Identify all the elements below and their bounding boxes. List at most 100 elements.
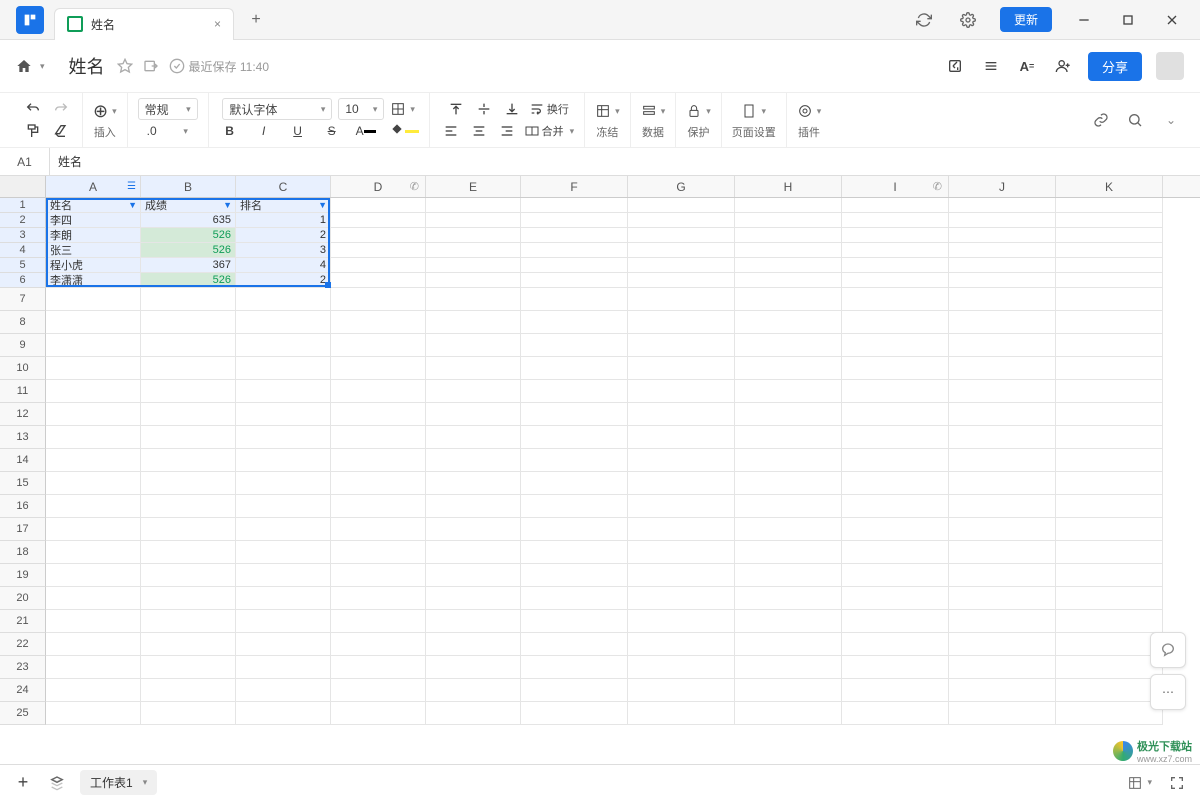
- cell[interactable]: [426, 656, 521, 679]
- cell[interactable]: [46, 564, 141, 587]
- cell[interactable]: [331, 449, 426, 472]
- cell[interactable]: [426, 334, 521, 357]
- cell[interactable]: [331, 541, 426, 564]
- cell[interactable]: [426, 403, 521, 426]
- feedback-icon[interactable]: [1150, 632, 1186, 668]
- cell[interactable]: [842, 564, 949, 587]
- cell[interactable]: [46, 380, 141, 403]
- row-header[interactable]: 20: [0, 587, 46, 610]
- add-sheet-button[interactable]: +: [12, 772, 34, 794]
- cell[interactable]: [331, 564, 426, 587]
- align-left-button[interactable]: [440, 120, 462, 142]
- cell[interactable]: [426, 426, 521, 449]
- cell[interactable]: [46, 656, 141, 679]
- row-header[interactable]: 11: [0, 380, 46, 403]
- column-menu-icon[interactable]: ☰: [127, 181, 136, 192]
- cell[interactable]: [842, 311, 949, 334]
- cell[interactable]: [331, 702, 426, 725]
- cell[interactable]: [735, 380, 842, 403]
- cell[interactable]: [628, 472, 735, 495]
- sync-icon[interactable]: [904, 4, 944, 36]
- cell[interactable]: [46, 541, 141, 564]
- cell[interactable]: 4: [236, 258, 331, 273]
- cell[interactable]: [842, 679, 949, 702]
- decimal-button[interactable]: .0: [141, 120, 163, 142]
- cell[interactable]: [949, 198, 1056, 213]
- cell[interactable]: [521, 518, 628, 541]
- row-header[interactable]: 4: [0, 243, 46, 258]
- cell[interactable]: [426, 288, 521, 311]
- cell[interactable]: [949, 273, 1056, 288]
- cell[interactable]: [949, 380, 1056, 403]
- cell[interactable]: [331, 288, 426, 311]
- row-header[interactable]: 24: [0, 679, 46, 702]
- document-tab[interactable]: 姓名 ×: [54, 8, 234, 40]
- cell[interactable]: [949, 587, 1056, 610]
- home-button[interactable]: ▾: [16, 58, 45, 74]
- cell[interactable]: [949, 243, 1056, 258]
- sheets-list-icon[interactable]: [46, 772, 68, 794]
- cell[interactable]: [949, 518, 1056, 541]
- cell[interactable]: [1056, 243, 1163, 258]
- cell[interactable]: [735, 426, 842, 449]
- cell[interactable]: [949, 495, 1056, 518]
- spreadsheet-grid[interactable]: A☰BCD✆EFGHI✆JK 1姓名▼成绩▼排名▼2李四63513李朗52624…: [0, 176, 1200, 764]
- cell[interactable]: [949, 656, 1056, 679]
- cell[interactable]: [735, 633, 842, 656]
- cell[interactable]: [236, 495, 331, 518]
- row-header[interactable]: 1: [0, 198, 46, 213]
- close-window-button[interactable]: [1152, 4, 1192, 36]
- row-header[interactable]: 12: [0, 403, 46, 426]
- cell[interactable]: [521, 258, 628, 273]
- cell[interactable]: [735, 311, 842, 334]
- valign-bottom-button[interactable]: [501, 98, 523, 120]
- column-header-D[interactable]: D✆: [331, 176, 426, 197]
- cell[interactable]: [46, 334, 141, 357]
- cell[interactable]: 526: [141, 228, 236, 243]
- cell[interactable]: [236, 334, 331, 357]
- cell[interactable]: [521, 198, 628, 213]
- cell[interactable]: [521, 228, 628, 243]
- cell[interactable]: [735, 258, 842, 273]
- cell[interactable]: [236, 587, 331, 610]
- cell[interactable]: [1056, 258, 1163, 273]
- cell[interactable]: [331, 610, 426, 633]
- cell[interactable]: [426, 610, 521, 633]
- cell[interactable]: [236, 656, 331, 679]
- column-header-H[interactable]: H: [735, 176, 842, 197]
- cell[interactable]: [628, 403, 735, 426]
- cell[interactable]: [331, 228, 426, 243]
- cell[interactable]: 526: [141, 243, 236, 258]
- cell[interactable]: [426, 311, 521, 334]
- row-header[interactable]: 5: [0, 258, 46, 273]
- cell[interactable]: [521, 587, 628, 610]
- cell[interactable]: [735, 702, 842, 725]
- cell[interactable]: [842, 334, 949, 357]
- row-header[interactable]: 10: [0, 357, 46, 380]
- cell[interactable]: [141, 449, 236, 472]
- cell[interactable]: [521, 495, 628, 518]
- cell[interactable]: [1056, 288, 1163, 311]
- cell[interactable]: 张三: [46, 243, 141, 258]
- cell[interactable]: [628, 541, 735, 564]
- cell[interactable]: [1056, 380, 1163, 403]
- cell[interactable]: [628, 702, 735, 725]
- cell[interactable]: [842, 472, 949, 495]
- cell-reference[interactable]: A1: [0, 148, 50, 175]
- cell[interactable]: 635: [141, 213, 236, 228]
- cell[interactable]: [842, 403, 949, 426]
- cell[interactable]: [1056, 357, 1163, 380]
- cell[interactable]: [949, 472, 1056, 495]
- cell[interactable]: [1056, 198, 1163, 213]
- cell[interactable]: [236, 311, 331, 334]
- cell[interactable]: [1056, 702, 1163, 725]
- cell[interactable]: 2: [236, 228, 331, 243]
- font-select[interactable]: 默认字体▾: [222, 98, 332, 120]
- cell[interactable]: [628, 273, 735, 288]
- row-header[interactable]: 23: [0, 656, 46, 679]
- cell[interactable]: [949, 426, 1056, 449]
- cell[interactable]: [141, 311, 236, 334]
- cell[interactable]: [46, 518, 141, 541]
- page-setup-button[interactable]: ▾: [741, 100, 766, 122]
- cell[interactable]: [521, 334, 628, 357]
